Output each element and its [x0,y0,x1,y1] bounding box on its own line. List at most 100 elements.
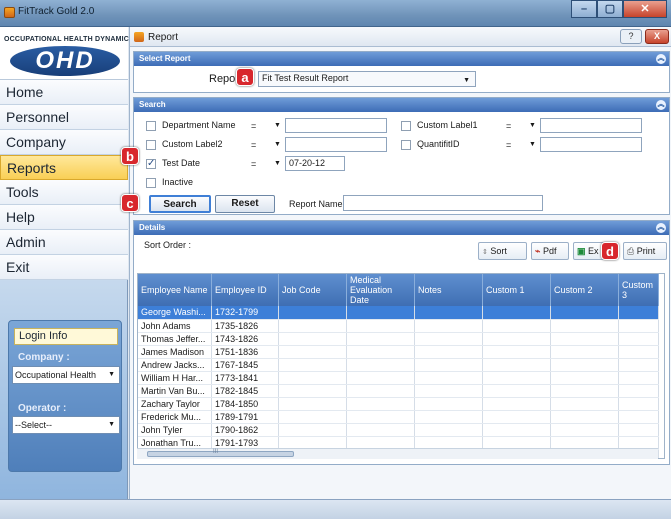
column-header[interactable]: Employee Name [138,274,213,306]
sort-icon: ⇕ [482,249,488,256]
nav-item-help[interactable]: Help [0,205,128,230]
inactive-label: Inactive [162,177,194,187]
operator-select-value: --Select-- [15,420,53,430]
table-cell: John Tyler [138,423,213,437]
custom-label2-checkbox[interactable] [146,140,156,150]
chevron-down-icon[interactable]: ▼ [274,141,281,148]
table-cell [550,345,620,359]
custom-label1-input[interactable] [540,118,642,133]
table-cell [346,423,416,437]
table-body: George Washi... 1732-1799 John Adams 1735-1… [138,306,660,458]
table-cell: John Adams [138,319,213,333]
table-cell [618,410,660,424]
sort-button-label: Sort [490,246,507,256]
column-header[interactable]: Custom 2 [550,274,620,306]
table-cell [346,410,416,424]
quantifitid-checkbox[interactable] [401,140,411,150]
quantifitid-input[interactable] [540,137,642,152]
table-row[interactable]: Andrew Jacks... 1767-1845 [138,358,660,372]
table-cell: 1732-1799 [211,306,280,320]
table-cell [346,319,416,333]
table-cell [278,384,348,398]
test-date-checkbox[interactable] [146,158,156,169]
report-select[interactable]: Fit Test Result Report ▼ [258,71,476,87]
table-cell [346,358,416,372]
printer-icon: ⎙ [627,246,635,256]
sort-button[interactable]: ⇕ Sort [478,242,527,260]
table-row[interactable]: John Adams 1735-1826 [138,319,660,333]
department-name-operator[interactable]: = [251,121,256,131]
table-cell [618,397,660,411]
table-cell [550,358,620,372]
table-row[interactable]: William H Har... 1773-1841 [138,371,660,385]
custom-label1-checkbox[interactable] [401,121,411,131]
table-row[interactable]: Thomas Jeffer... 1743-1826 [138,332,660,346]
nav-item-reports[interactable]: Reports [0,155,128,180]
excel-icon: ▣ [577,246,586,256]
close-button[interactable]: ✕ [623,0,667,18]
report-window-titlebar: Report ? X [130,27,671,47]
custom-label2-operator[interactable]: = [251,140,256,150]
table-row[interactable]: George Washi... 1732-1799 [138,306,660,320]
table-cell [618,345,660,359]
custom-label2-input[interactable] [285,137,387,152]
table-row[interactable]: James Madison 1751-1836 [138,345,660,359]
column-header[interactable]: Custom 3 [618,274,660,306]
quantifitid-label: QuantifitID [417,139,460,149]
collapse-icon[interactable]: ︽ [656,54,666,64]
nav-item-exit[interactable]: Exit [0,255,128,280]
minimize-button[interactable]: – [571,0,597,18]
table-row[interactable]: Frederick Mu... 1789-1791 [138,410,660,424]
chevron-down-icon[interactable]: ▼ [529,122,536,129]
search-header-label: Search [139,100,166,109]
custom-label1-operator[interactable]: = [506,121,511,131]
table-cell [550,397,620,411]
column-header[interactable]: Notes [414,274,484,306]
horizontal-scroll-thumb[interactable]: III [147,449,294,457]
table-row[interactable]: Zachary Taylor 1784-1850 [138,397,660,411]
select-report-header-label: Select Report [139,54,191,63]
table-cell [550,319,620,333]
report-close-button[interactable]: X [645,29,669,44]
table-row[interactable]: Martin Van Bu... 1782-1845 [138,384,660,398]
inactive-checkbox[interactable] [146,178,156,188]
test-date-operator[interactable]: = [251,159,256,169]
nav-item-home[interactable]: Home [0,80,128,105]
maximize-button[interactable]: ▢ [597,0,623,18]
collapse-icon[interactable]: ︽ [656,223,666,233]
print-button[interactable]: ⎙ Print [623,242,667,260]
nav-item-tools[interactable]: Tools [0,180,128,205]
quantifitid-operator[interactable]: = [506,140,511,150]
report-window: Report ? X Select Report ︽ Report Fit Te… [129,27,671,499]
nav-item-personnel[interactable]: Personnel [0,105,128,130]
horizontal-scrollbar[interactable]: III [137,448,658,459]
report-name-input[interactable] [343,195,543,211]
chevron-down-icon: ▼ [108,371,115,378]
table-cell [278,332,348,346]
help-button[interactable]: ? [620,29,642,44]
chevron-down-icon[interactable]: ▼ [274,160,281,167]
chevron-down-icon[interactable]: ▼ [274,122,281,129]
chevron-down-icon[interactable]: ▼ [529,141,536,148]
collapse-icon[interactable]: ︽ [656,100,666,110]
department-name-input[interactable] [285,118,387,133]
table-cell [482,423,552,437]
department-name-checkbox[interactable] [146,121,156,131]
test-date-input[interactable]: 07-20-12 [285,156,345,171]
column-header[interactable]: Job Code [278,274,348,306]
table-row[interactable]: John Tyler 1790-1862 [138,423,660,437]
table-cell [618,358,660,372]
table-cell [618,423,660,437]
search-button[interactable]: Search [149,195,211,213]
details-header-label: Details [139,223,166,232]
column-header[interactable]: Custom 1 [482,274,552,306]
column-header[interactable]: Medical Evaluation Date [346,274,416,306]
company-select[interactable]: Occupational Health ▼ [12,366,120,384]
nav-item-admin[interactable]: Admin [0,230,128,255]
nav-item-company[interactable]: Company [0,130,128,155]
pdf-button[interactable]: ⌁ Pdf [531,242,569,260]
operator-select[interactable]: --Select-- ▼ [12,416,120,434]
column-header[interactable]: Employee ID [211,274,280,306]
reset-button[interactable]: Reset [215,195,275,213]
select-report-section: Select Report ︽ Report Fit Test Result R… [133,51,670,93]
